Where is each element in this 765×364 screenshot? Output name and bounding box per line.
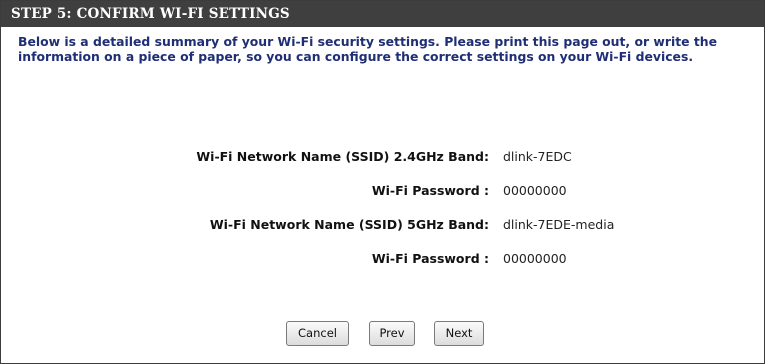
ssid-5ghz-value: dlink-7EDE-media	[503, 217, 615, 232]
step-title: STEP 5: CONFIRM WI-FI SETTINGS	[1, 1, 764, 27]
prev-button[interactable]: Prev	[369, 321, 415, 346]
password-5ghz-label: Wi-Fi Password :	[371, 251, 489, 266]
button-bar: Cancel Prev Next	[1, 321, 764, 347]
password-5ghz-value: 00000000	[503, 251, 567, 266]
ssid-24ghz-row: Wi-Fi Network Name (SSID) 2.4GHz Band: d…	[1, 147, 764, 167]
wifi-settings-panel: STEP 5: CONFIRM WI-FI SETTINGS Below is …	[0, 0, 765, 364]
ssid-24ghz-value: dlink-7EDC	[503, 149, 572, 164]
password-24ghz-value: 00000000	[503, 183, 567, 198]
ssid-5ghz-row: Wi-Fi Network Name (SSID) 5GHz Band: dli…	[1, 215, 764, 235]
password-5ghz-row: Wi-Fi Password : 00000000	[1, 249, 764, 269]
password-24ghz-label: Wi-Fi Password :	[371, 183, 489, 198]
ssid-5ghz-label: Wi-Fi Network Name (SSID) 5GHz Band:	[209, 217, 489, 232]
next-button[interactable]: Next	[434, 321, 484, 346]
cancel-button[interactable]: Cancel	[286, 321, 349, 346]
password-24ghz-row: Wi-Fi Password : 00000000	[1, 181, 764, 201]
summary-instructions: Below is a detailed summary of your Wi-F…	[18, 34, 717, 64]
ssid-24ghz-label: Wi-Fi Network Name (SSID) 2.4GHz Band:	[196, 149, 489, 164]
